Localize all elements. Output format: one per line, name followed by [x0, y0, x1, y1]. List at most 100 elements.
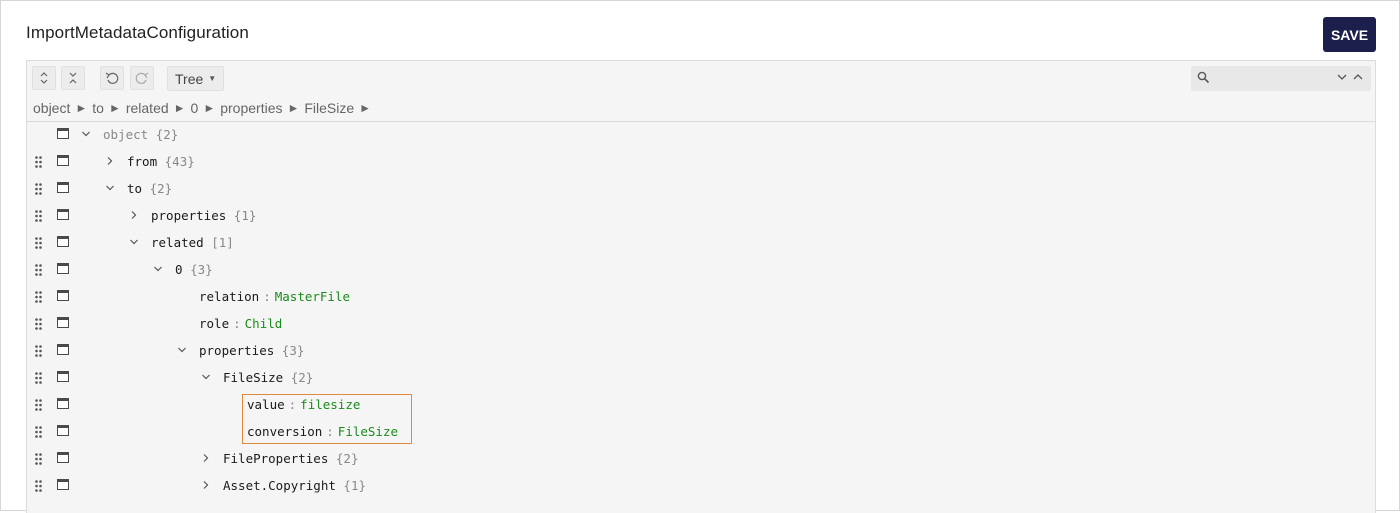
search-box	[1191, 66, 1371, 91]
field-value[interactable]: MasterFile	[275, 289, 350, 304]
breadcrumb-item[interactable]: to	[92, 100, 104, 116]
redo-button[interactable]	[130, 66, 154, 90]
field-name[interactable]: FileSize	[223, 370, 283, 385]
app-frame: ImportMetadataConfiguration SAVE Tree ▼ …	[0, 0, 1400, 513]
page-title: ImportMetadataConfiguration	[26, 23, 249, 42]
drag-handle-icon[interactable]	[35, 399, 43, 411]
drag-handle-icon[interactable]	[35, 291, 43, 303]
tree-row[interactable]: 0 {3}	[27, 256, 1375, 283]
child-count: {2}	[155, 127, 179, 142]
field-name[interactable]: related	[151, 235, 204, 250]
field-name[interactable]: conversion	[247, 424, 322, 439]
field-value[interactable]: FileSize	[338, 424, 398, 439]
search-input[interactable]	[1215, 69, 1329, 89]
field-name[interactable]: value	[247, 397, 285, 412]
breadcrumb-item[interactable]: FileSize	[304, 100, 354, 116]
tree-row[interactable]: Asset.Copyright {1}	[27, 472, 1375, 499]
drag-handle-icon[interactable]	[35, 264, 43, 276]
search-previous-icon[interactable]	[1353, 73, 1363, 81]
drag-handle-icon[interactable]	[35, 210, 43, 222]
field-value[interactable]: filesize	[300, 397, 360, 412]
context-menu-icon[interactable]	[57, 155, 69, 166]
tree-row[interactable]: related [1]	[27, 229, 1375, 256]
field-name[interactable]: 0	[175, 262, 183, 277]
tree-row[interactable]: FileProperties {2}	[27, 445, 1375, 472]
breadcrumb-separator: ►	[173, 101, 186, 115]
tree-row[interactable]: properties {1}	[27, 202, 1375, 229]
tree-row[interactable]: properties {3}	[27, 337, 1375, 364]
chevron-down-icon[interactable]	[129, 237, 139, 247]
field-name[interactable]: properties	[151, 208, 226, 223]
field-name[interactable]: Asset.Copyright	[223, 478, 336, 493]
tree-node: role: Child	[199, 316, 282, 331]
chevron-down-icon[interactable]	[81, 129, 91, 139]
drag-handle-icon[interactable]	[35, 156, 43, 168]
tree-row[interactable]: from {43}	[27, 148, 1375, 175]
context-menu-icon[interactable]	[57, 425, 69, 436]
field-value[interactable]: Child	[245, 316, 283, 331]
field-name[interactable]: from	[127, 154, 157, 169]
save-button[interactable]: SAVE	[1323, 17, 1376, 52]
mode-label: Tree	[175, 70, 204, 87]
field-name[interactable]: FileProperties	[223, 451, 328, 466]
context-menu-icon[interactable]	[57, 263, 69, 274]
tree-node: to {2}	[127, 181, 172, 196]
context-menu-icon[interactable]	[57, 344, 69, 355]
tree-node: Asset.Copyright {1}	[223, 478, 366, 493]
tree-row[interactable]: conversion: FileSize	[27, 418, 1375, 445]
collapse-all-button[interactable]	[61, 66, 85, 90]
context-menu-icon[interactable]	[57, 398, 69, 409]
field-name[interactable]: relation	[199, 289, 259, 304]
tree-row[interactable]: role: Child	[27, 310, 1375, 337]
drag-handle-icon[interactable]	[35, 480, 43, 492]
child-count: {3}	[281, 343, 305, 358]
tree-row[interactable]: value: filesize	[27, 391, 1375, 418]
chevron-right-icon[interactable]	[201, 453, 211, 463]
context-menu-icon[interactable]	[57, 479, 69, 490]
context-menu-icon[interactable]	[57, 371, 69, 382]
tree-row[interactable]: FileSize {2}	[27, 364, 1375, 391]
key-value-separator: :	[326, 424, 334, 439]
field-name[interactable]: properties	[199, 343, 274, 358]
tree-node: 0 {3}	[175, 262, 213, 277]
drag-handle-icon[interactable]	[35, 426, 43, 438]
context-menu-icon[interactable]	[57, 182, 69, 193]
json-editor: Tree ▼ object ► to ► related ► 0 ► properties ► Fi…	[26, 60, 1376, 513]
search-next-icon[interactable]	[1337, 73, 1347, 81]
chevron-down-icon[interactable]	[105, 183, 115, 193]
field-name[interactable]: to	[127, 181, 142, 196]
tree-row[interactable]: to {2}	[27, 175, 1375, 202]
field-name[interactable]: object	[103, 127, 148, 142]
chevron-right-icon[interactable]	[201, 480, 211, 490]
drag-handle-icon[interactable]	[35, 453, 43, 465]
chevron-right-icon[interactable]	[129, 210, 139, 220]
drag-handle-icon[interactable]	[35, 345, 43, 357]
chevron-down-icon[interactable]	[177, 345, 187, 355]
child-count: {2}	[149, 181, 173, 196]
child-count: [1]	[211, 235, 234, 250]
child-count: {2}	[335, 451, 359, 466]
context-menu-icon[interactable]	[57, 128, 69, 139]
mode-dropdown[interactable]: Tree ▼	[167, 66, 224, 91]
context-menu-icon[interactable]	[57, 209, 69, 220]
context-menu-icon[interactable]	[57, 452, 69, 463]
drag-handle-icon[interactable]	[35, 318, 43, 330]
chevron-down-icon[interactable]	[153, 264, 163, 274]
tree-row[interactable]: object {2}	[27, 121, 1375, 148]
breadcrumb-item[interactable]: related	[126, 100, 169, 116]
drag-handle-icon[interactable]	[35, 183, 43, 195]
tree-row[interactable]: relation: MasterFile	[27, 283, 1375, 310]
undo-button[interactable]	[100, 66, 124, 90]
breadcrumb-item[interactable]: properties	[220, 100, 282, 116]
breadcrumb-item[interactable]: 0	[191, 100, 199, 116]
drag-handle-icon[interactable]	[35, 237, 43, 249]
chevron-down-icon[interactable]	[201, 372, 211, 382]
context-menu-icon[interactable]	[57, 317, 69, 328]
context-menu-icon[interactable]	[57, 290, 69, 301]
expand-all-button[interactable]	[32, 66, 56, 90]
drag-handle-icon[interactable]	[35, 372, 43, 384]
field-name[interactable]: role	[199, 316, 229, 331]
breadcrumb-item[interactable]: object	[33, 100, 70, 116]
chevron-right-icon[interactable]	[105, 156, 115, 166]
context-menu-icon[interactable]	[57, 236, 69, 247]
